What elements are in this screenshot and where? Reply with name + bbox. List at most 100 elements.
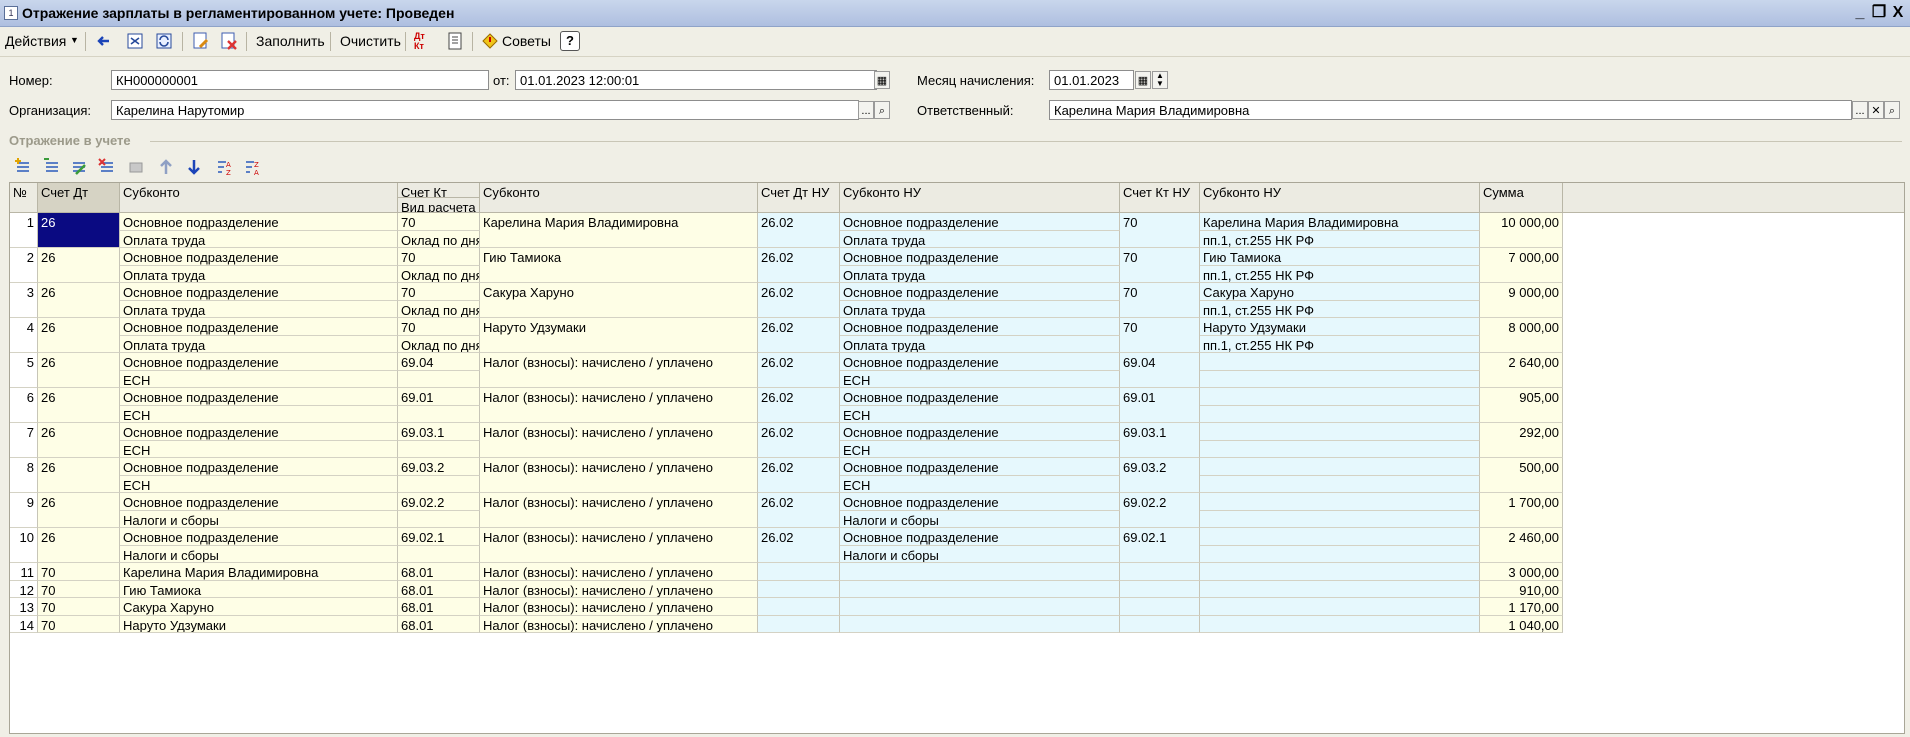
month-spin-icon[interactable]: ▲ ▼: [1152, 71, 1168, 89]
cell-kt[interactable]: 68.01: [398, 580, 480, 598]
cell-sum[interactable]: 500,00: [1480, 458, 1563, 493]
cell-dt-nu[interactable]: 26.02: [758, 493, 840, 528]
cell-subkonto-2[interactable]: Оплата труда: [120, 230, 398, 248]
tips-button[interactable]: Советы: [502, 33, 551, 49]
cell-subkonto[interactable]: Сакура Харуно: [120, 598, 398, 616]
cell-subkonto-kt-nu[interactable]: [1200, 563, 1480, 581]
fill-button[interactable]: Заполнить: [256, 33, 325, 49]
cell-subkonto-nu[interactable]: Основное подразделение: [840, 528, 1120, 546]
cell-kt[interactable]: 68.01: [398, 563, 480, 581]
cell-subkonto[interactable]: Основное подразделение: [120, 248, 398, 266]
header-vid-rascheta[interactable]: Вид расчета: [398, 198, 480, 213]
cell-subkonto-2[interactable]: Оплата труда: [120, 265, 398, 283]
cell-sum[interactable]: 905,00: [1480, 388, 1563, 423]
refresh-icon[interactable]: [154, 31, 174, 51]
cell-kt[interactable]: 70: [398, 283, 480, 301]
cell-subkonto-kt-nu-2[interactable]: пп.1, ст.255 НК РФ: [1200, 300, 1480, 318]
cell-kt-nu[interactable]: 70: [1120, 213, 1200, 248]
cell-subkonto-2[interactable]: ЕСН: [120, 405, 398, 423]
cell-kt-nu[interactable]: [1120, 563, 1200, 581]
tips-icon[interactable]: [480, 31, 500, 51]
clear-icon[interactable]: ✕: [1868, 101, 1884, 119]
cell-subkonto-nu-2[interactable]: ЕСН: [840, 475, 1120, 493]
move-up-icon[interactable]: [157, 158, 175, 176]
cell-subkonto-kt[interactable]: Налог (взносы): начислено / уплачено: [480, 458, 758, 493]
cell-kt[interactable]: 69.02.1: [398, 528, 480, 546]
cell-kt[interactable]: 68.01: [398, 598, 480, 616]
cell-dt-nu[interactable]: 26.02: [758, 388, 840, 423]
cell-subkonto-kt-nu[interactable]: [1200, 528, 1480, 546]
cell-dt[interactable]: 26: [38, 213, 120, 248]
cell-kt-nu[interactable]: 70: [1120, 318, 1200, 353]
accounting-table[interactable]: № Счет Дт Субконто Счет Кт Вид расчета Субкон…: [9, 182, 1905, 734]
cell-vid-rascheta[interactable]: [398, 370, 480, 388]
header-subnu2[interactable]: Субконто НУ: [1200, 183, 1480, 213]
cell-vid-rascheta[interactable]: [398, 475, 480, 493]
cell-subkonto-kt-nu-2[interactable]: [1200, 510, 1480, 528]
cell-kt-nu[interactable]: 69.03.1: [1120, 423, 1200, 458]
cell-subkonto[interactable]: Основное подразделение: [120, 318, 398, 336]
cell-dt-nu[interactable]: [758, 580, 840, 598]
delete-row-icon[interactable]: [98, 158, 116, 176]
cell-dt[interactable]: 70: [38, 598, 120, 616]
cell-dt[interactable]: 26: [38, 528, 120, 563]
clear-button[interactable]: Очистить: [340, 33, 401, 49]
cell-subkonto-kt-nu-2[interactable]: пп.1, ст.255 НК РФ: [1200, 265, 1480, 283]
cell-sum[interactable]: 1 700,00: [1480, 493, 1563, 528]
cell-kt[interactable]: 70: [398, 213, 480, 231]
cell-subkonto-kt-nu[interactable]: [1200, 493, 1480, 511]
cell-subkonto-kt-nu[interactable]: Гию Тамиока: [1200, 248, 1480, 266]
end-edit-icon[interactable]: [127, 158, 145, 176]
resp-field[interactable]: Карелина Мария Владимировна: [1049, 100, 1852, 120]
cell-subkonto-kt[interactable]: Налог (взносы): начислено / уплачено: [480, 423, 758, 458]
cell-subkonto-2[interactable]: ЕСН: [120, 370, 398, 388]
cell-subkonto[interactable]: Наруто Удзумаки: [120, 615, 398, 633]
cell-vid-rascheta[interactable]: Оклад по дням: [398, 335, 480, 353]
cell-kt-nu[interactable]: 70: [1120, 248, 1200, 283]
cell-subkonto-nu[interactable]: [840, 598, 1120, 616]
actions-menu[interactable]: Действия: [5, 33, 66, 49]
cell-subkonto-nu-2[interactable]: Оплата труда: [840, 230, 1120, 248]
select-ellipsis-icon[interactable]: ...: [1852, 101, 1868, 119]
cell-dt-nu[interactable]: [758, 598, 840, 616]
cell-kt-nu[interactable]: 69.04: [1120, 353, 1200, 388]
select-ellipsis-icon[interactable]: ...: [858, 101, 874, 119]
month-field[interactable]: 01.01.2023: [1049, 70, 1134, 90]
cell-subkonto-kt-nu[interactable]: [1200, 598, 1480, 616]
cell-subkonto-kt-nu[interactable]: Сакура Харуно: [1200, 283, 1480, 301]
restore-button[interactable]: ❐: [1869, 3, 1889, 23]
cell-kt[interactable]: 68.01: [398, 615, 480, 633]
cell-subkonto-kt-nu[interactable]: [1200, 615, 1480, 633]
cell-subkonto-nu-2[interactable]: Оплата труда: [840, 335, 1120, 353]
cell-sum[interactable]: 1 040,00: [1480, 615, 1563, 633]
cell-vid-rascheta[interactable]: [398, 510, 480, 528]
cell-subkonto[interactable]: Основное подразделение: [120, 528, 398, 546]
cell-subkonto-kt-nu-2[interactable]: [1200, 370, 1480, 388]
cell-dt[interactable]: 26: [38, 318, 120, 353]
cell-kt[interactable]: 70: [398, 248, 480, 266]
header-subnu[interactable]: Субконто НУ: [840, 183, 1120, 213]
cell-subkonto-nu-2[interactable]: ЕСН: [840, 370, 1120, 388]
cell-dt[interactable]: 26: [38, 493, 120, 528]
cell-sum[interactable]: 7 000,00: [1480, 248, 1563, 283]
cell-subkonto-nu[interactable]: Основное подразделение: [840, 458, 1120, 476]
cell-subkonto-2[interactable]: Налоги и сборы: [120, 545, 398, 563]
cell-subkonto-kt[interactable]: Сакура Харуно: [480, 283, 758, 318]
cell-subkonto-nu[interactable]: [840, 563, 1120, 581]
calendar-icon[interactable]: ▦: [874, 71, 890, 89]
cell-sum[interactable]: 1 170,00: [1480, 598, 1563, 616]
cell-dt-nu[interactable]: [758, 615, 840, 633]
close-button[interactable]: X: [1888, 3, 1908, 23]
cell-subkonto-kt-nu-2[interactable]: пп.1, ст.255 НК РФ: [1200, 230, 1480, 248]
cell-subkonto-nu[interactable]: [840, 580, 1120, 598]
cell-subkonto-nu[interactable]: [840, 615, 1120, 633]
cell-kt-nu[interactable]: 69.02.2: [1120, 493, 1200, 528]
cell-dt[interactable]: 70: [38, 615, 120, 633]
cell-subkonto-kt-nu-2[interactable]: [1200, 405, 1480, 423]
cell-sum[interactable]: 910,00: [1480, 580, 1563, 598]
cell-subkonto-nu[interactable]: Основное подразделение: [840, 318, 1120, 336]
cell-subkonto-kt-nu-2[interactable]: пп.1, ст.255 НК РФ: [1200, 335, 1480, 353]
cell-subkonto-nu-2[interactable]: ЕСН: [840, 405, 1120, 423]
cell-vid-rascheta[interactable]: Оклад по дням: [398, 230, 480, 248]
cell-kt-nu[interactable]: [1120, 580, 1200, 598]
